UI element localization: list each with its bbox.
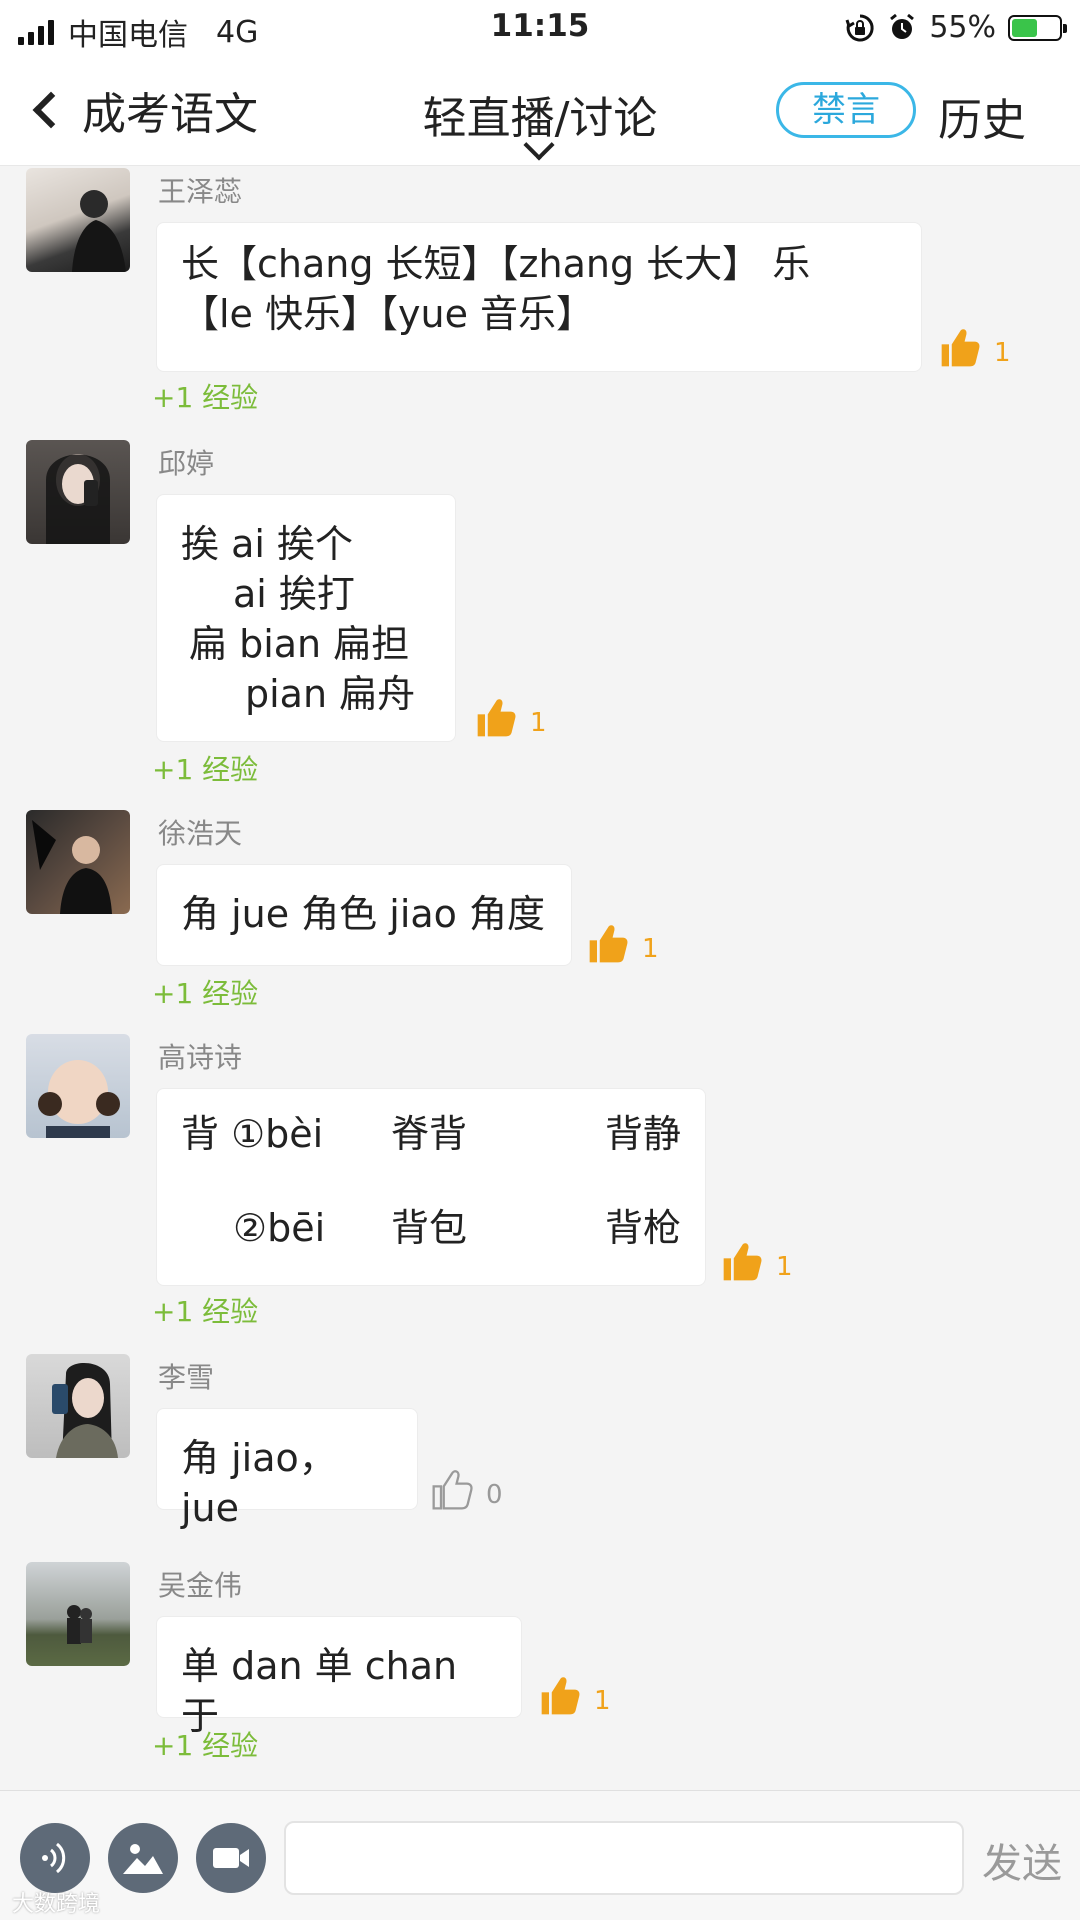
user-name: 高诗诗 bbox=[158, 1041, 243, 1074]
user-name: 王泽蕊 bbox=[158, 175, 243, 208]
message-bubble[interactable]: 单 dan 单 chan 于 bbox=[156, 1616, 522, 1738]
polyphone-table: 背 ①bèi 脊背 背静 ②bēi 背包 背枪 bbox=[181, 1109, 681, 1253]
like-count: 1 bbox=[530, 708, 547, 738]
table-cell: 背 ①bèi bbox=[181, 1112, 324, 1156]
image-button[interactable] bbox=[108, 1823, 178, 1893]
mute-button[interactable]: 禁言 bbox=[776, 82, 916, 138]
message-line: 角 jiao，jue bbox=[181, 1436, 337, 1530]
table-cell: 背包 bbox=[391, 1206, 468, 1250]
history-button[interactable]: 历史 bbox=[938, 84, 1026, 148]
back-button[interactable]: 成考语文 bbox=[28, 78, 258, 142]
user-name: 李雪 bbox=[158, 1361, 215, 1394]
avatar[interactable] bbox=[26, 810, 130, 914]
message-line: pian 扁舟 bbox=[245, 672, 416, 716]
user-name: 吴金伟 bbox=[158, 1569, 243, 1602]
nav-bar: 成考语文 轻直播/讨论 禁言 历史 bbox=[0, 56, 1080, 166]
like-button[interactable]: 1 bbox=[538, 1672, 611, 1720]
voice-icon bbox=[42, 1842, 66, 1874]
like-button[interactable]: 1 bbox=[586, 920, 659, 968]
message-line: 【le 快乐】【yue 音乐】 bbox=[181, 292, 595, 336]
message-line: 挨 ai 挨个 bbox=[181, 522, 354, 566]
like-count: 0 bbox=[486, 1480, 503, 1510]
message-line: ai 挨打 bbox=[233, 572, 355, 616]
avatar[interactable] bbox=[26, 1354, 130, 1458]
thumbs-up-icon bbox=[941, 329, 980, 367]
thumbs-up-outline-icon bbox=[432, 1470, 473, 1510]
experience-badge: +1 经验 bbox=[152, 977, 259, 1010]
table-cell: 脊背 bbox=[391, 1112, 468, 1156]
avatar[interactable] bbox=[26, 440, 130, 544]
table-cell: ②bēi bbox=[233, 1206, 326, 1250]
battery-percent: 55% bbox=[929, 10, 996, 45]
message-line: 长【chang 长短】【zhang 长大】 乐 bbox=[181, 242, 811, 286]
avatar[interactable] bbox=[26, 1562, 130, 1666]
alarm-icon bbox=[890, 13, 915, 39]
status-bar: 中国电信 4G 11:15 55% bbox=[0, 0, 1080, 56]
voice-button[interactable] bbox=[20, 1823, 90, 1893]
experience-badge: +1 经验 bbox=[152, 1295, 259, 1328]
thumbs-up-icon bbox=[723, 1243, 762, 1281]
user-name: 徐浩天 bbox=[158, 817, 243, 850]
message-bubble[interactable]: 长【chang 长短】【zhang 长大】 乐 【le 快乐】【yue 音乐】 bbox=[156, 222, 922, 372]
message-bubble[interactable]: 角 jue 角色 jiao 角度 bbox=[156, 864, 572, 966]
chevron-down-icon[interactable] bbox=[523, 129, 555, 161]
avatar[interactable] bbox=[26, 1034, 130, 1138]
like-button[interactable]: 0 bbox=[430, 1466, 503, 1514]
message-input[interactable] bbox=[284, 1821, 964, 1895]
like-button[interactable]: 1 bbox=[474, 694, 547, 742]
watermark: 大数跨境 bbox=[12, 1892, 101, 1917]
message-bubble[interactable]: 背 ①bèi 脊背 背静 ②bēi 背包 背枪 bbox=[156, 1088, 706, 1286]
table-cell: 背枪 bbox=[604, 1206, 681, 1250]
rotation-lock-icon bbox=[845, 13, 874, 41]
video-button[interactable] bbox=[196, 1823, 266, 1893]
like-button[interactable]: 1 bbox=[938, 324, 1011, 372]
like-count: 1 bbox=[994, 338, 1011, 368]
thumbs-up-icon bbox=[541, 1677, 580, 1715]
message-bubble[interactable]: 角 jiao，jue bbox=[156, 1408, 418, 1530]
message-bubble[interactable]: 挨 ai 挨个 ai 挨打 扁 bian 扁担 pian 扁舟 bbox=[156, 494, 456, 742]
image-icon bbox=[123, 1844, 163, 1874]
message-line: 角 jue 角色 jiao 角度 bbox=[181, 892, 545, 936]
user-name: 邱婷 bbox=[158, 447, 215, 480]
message-line: 扁 bian 扁担 bbox=[189, 622, 410, 666]
table-cell: 背静 bbox=[604, 1112, 681, 1156]
chevron-left-icon bbox=[32, 91, 70, 129]
thumbs-up-icon bbox=[589, 925, 628, 963]
battery-icon bbox=[1008, 14, 1067, 41]
avatar[interactable] bbox=[26, 168, 130, 272]
send-button[interactable]: 发送 bbox=[982, 1831, 1062, 1889]
experience-badge: +1 经验 bbox=[152, 1729, 259, 1762]
like-button[interactable]: 1 bbox=[720, 1238, 793, 1286]
status-right: 55% bbox=[845, 10, 1067, 45]
video-camera-icon bbox=[213, 1848, 249, 1868]
input-bar: 发送 bbox=[0, 1790, 1080, 1920]
like-count: 1 bbox=[776, 1252, 793, 1282]
like-count: 1 bbox=[594, 1686, 611, 1716]
experience-badge: +1 经验 bbox=[152, 381, 259, 414]
back-label: 成考语文 bbox=[82, 89, 258, 140]
thumbs-up-icon bbox=[477, 699, 516, 737]
experience-badge: +1 经验 bbox=[152, 753, 259, 786]
like-count: 1 bbox=[642, 934, 659, 964]
